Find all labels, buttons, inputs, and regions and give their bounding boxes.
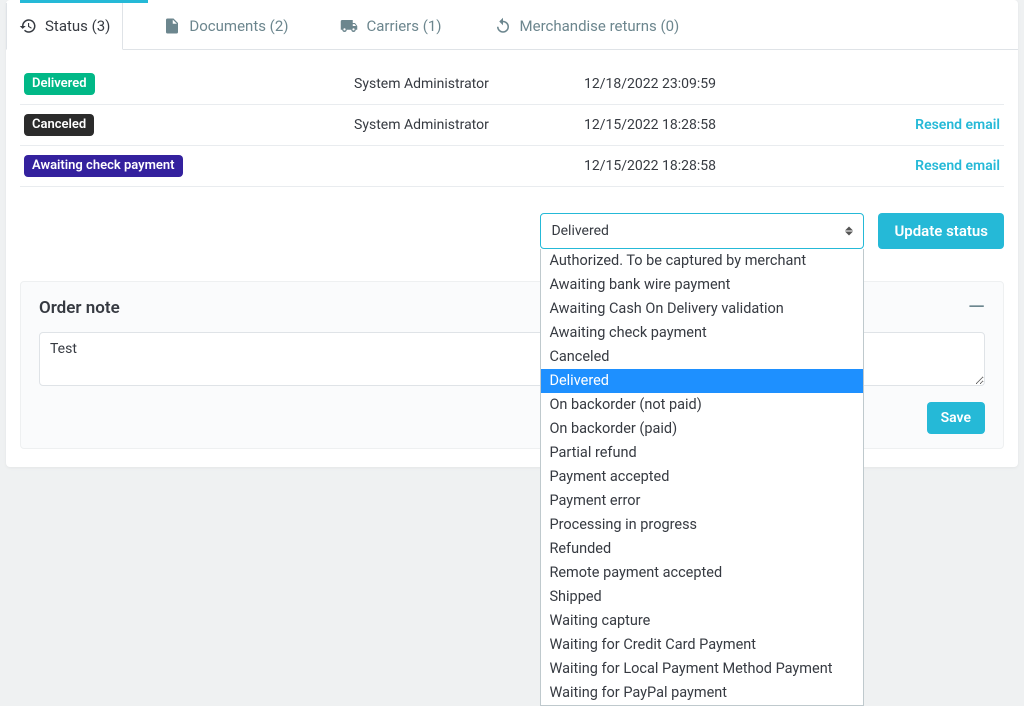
status-option[interactable]: Shipped	[541, 585, 863, 609]
select-caret-icon	[845, 227, 853, 236]
file-icon	[163, 17, 181, 35]
status-option[interactable]: Partial refund	[541, 441, 863, 465]
status-option[interactable]: Delivered	[541, 369, 863, 393]
status-date: 12/15/2022 18:28:58	[580, 146, 820, 187]
tab-carriers[interactable]: Carriers (1)	[328, 3, 453, 49]
status-history-row: Awaiting check payment 12/15/2022 18:28:5…	[20, 146, 1004, 187]
status-option[interactable]: Payment error	[541, 489, 863, 513]
status-option[interactable]: Waiting for Local Payment Method Payment	[541, 657, 863, 681]
status-option[interactable]: Remote payment accepted	[541, 561, 863, 585]
status-badge: Canceled	[24, 114, 94, 136]
status-employee: System Administrator	[350, 105, 580, 146]
tab-status-label: Status (3)	[45, 17, 110, 35]
status-date: 12/18/2022 23:09:59	[580, 64, 820, 105]
status-select-wrapper: Delivered Authorized. To be captured by …	[540, 213, 864, 249]
resend-email-link[interactable]: Resend email	[915, 158, 1000, 174]
status-option[interactable]: Canceled	[541, 345, 863, 369]
status-option[interactable]: On backorder (not paid)	[541, 393, 863, 417]
tab-bar: Status (3) Documents (2) Carriers (1) Me…	[6, 3, 1018, 50]
tab-carriers-label: Carriers (1)	[366, 17, 441, 35]
status-badge: Awaiting check payment	[24, 155, 183, 177]
status-dropdown[interactable]: Authorized. To be captured by merchantAw…	[540, 249, 864, 706]
return-icon	[494, 17, 512, 35]
status-option[interactable]: Awaiting check payment	[541, 321, 863, 345]
status-select-value: Delivered	[551, 223, 608, 239]
status-option[interactable]: Authorized. To be captured by merchant	[541, 249, 863, 273]
status-badge: Delivered	[24, 73, 95, 95]
status-option[interactable]: Processing in progress	[541, 513, 863, 537]
status-option[interactable]: Payment accepted	[541, 465, 863, 489]
tab-status[interactable]: Status (3)	[6, 3, 123, 50]
tab-documents-label: Documents (2)	[189, 17, 288, 35]
status-history-row: Delivered System Administrator12/18/2022 …	[20, 64, 1004, 105]
collapse-icon[interactable]: —	[968, 301, 985, 315]
tab-returns[interactable]: Merchandise returns (0)	[482, 3, 692, 49]
save-button[interactable]: Save	[927, 402, 985, 434]
status-option[interactable]: Waiting capture	[541, 609, 863, 633]
status-employee	[350, 146, 580, 187]
order-tabs-card: Status (3) Documents (2) Carriers (1) Me…	[6, 0, 1018, 467]
status-option[interactable]: Awaiting Cash On Delivery validation	[541, 297, 863, 321]
status-option[interactable]: Refunded	[541, 537, 863, 561]
status-history-table: Delivered System Administrator12/18/2022 …	[20, 64, 1004, 187]
update-status-button[interactable]: Update status	[878, 213, 1004, 249]
status-option[interactable]: Waiting for Credit Card Payment	[541, 633, 863, 657]
status-option[interactable]: Awaiting bank wire payment	[541, 273, 863, 297]
tab-returns-label: Merchandise returns (0)	[520, 17, 680, 35]
status-history-row: Canceled System Administrator12/15/2022 1…	[20, 105, 1004, 146]
tab-documents[interactable]: Documents (2)	[151, 3, 300, 49]
status-date: 12/15/2022 18:28:58	[580, 105, 820, 146]
resend-email-link[interactable]: Resend email	[915, 117, 1000, 133]
order-note-title: Order note	[39, 298, 120, 318]
history-icon	[19, 17, 37, 35]
truck-icon	[340, 17, 358, 35]
update-status-row: Delivered Authorized. To be captured by …	[6, 187, 1018, 257]
status-employee: System Administrator	[350, 64, 580, 105]
status-option[interactable]: Waiting for PayPal payment	[541, 681, 863, 705]
status-option[interactable]: On backorder (paid)	[541, 417, 863, 441]
status-select[interactable]: Delivered	[540, 213, 864, 249]
